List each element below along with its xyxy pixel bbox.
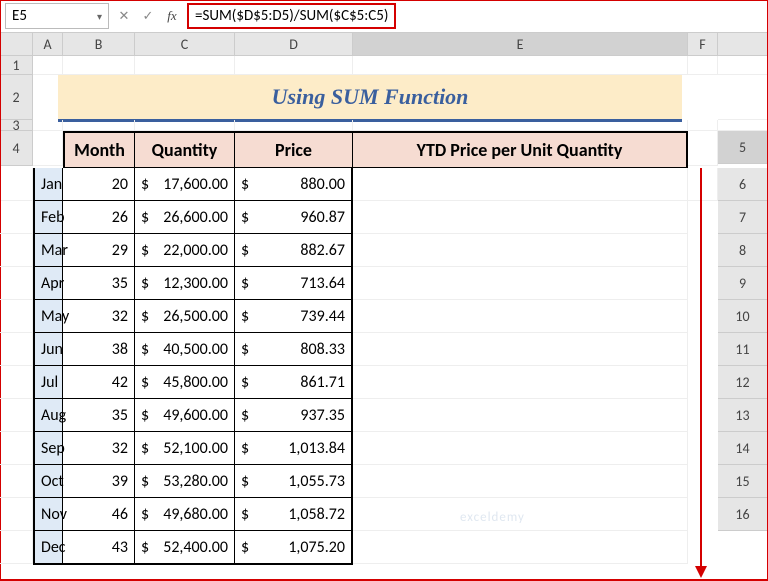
annotation-arrow <box>688 168 718 201</box>
cell-price-8[interactable]: $12,300.00 <box>135 267 235 300</box>
cell-qty-6[interactable]: 26 <box>63 201 135 234</box>
cell-price-7[interactable]: $22,000.00 <box>135 234 235 267</box>
formula-text: =SUM($D$5:D5)/SUM($C$5:C5) <box>195 7 388 25</box>
col-header-E[interactable]: E <box>353 33 688 56</box>
spreadsheet-grid[interactable]: ABCDEF 12 Using SUM Function 34 MonthQuantit… <box>0 33 768 565</box>
row-header-6[interactable]: 6 <box>718 168 768 201</box>
cell-price-11[interactable]: $45,800.00 <box>135 366 235 399</box>
cell-ytd-13[interactable]: $1,013.84 <box>235 432 353 465</box>
fx-icon[interactable]: fx <box>163 8 181 24</box>
row-header-2[interactable]: 2 <box>0 75 33 120</box>
row-header-14[interactable]: 14 <box>718 432 768 465</box>
col-header-blank[interactable] <box>718 33 768 56</box>
cell-month-Sep[interactable]: Sep <box>33 432 63 465</box>
cell-qty-10[interactable]: 38 <box>63 333 135 366</box>
cell-price-12[interactable]: $49,600.00 <box>135 399 235 432</box>
header-month: Month <box>63 131 135 168</box>
cell-ytd-5[interactable]: $880.00 <box>235 168 353 201</box>
row-header-4[interactable]: 4 <box>0 131 33 166</box>
row-header-10[interactable]: 10 <box>718 300 768 333</box>
cell-month-Feb[interactable]: Feb <box>33 201 63 234</box>
cell-month-Aug[interactable]: Aug <box>33 399 63 432</box>
row-header-16[interactable]: 16 <box>718 498 768 531</box>
cell-price-15[interactable]: $49,680.00 <box>135 498 235 531</box>
cell-month-Jun[interactable]: Jun <box>33 333 63 366</box>
cell-qty-13[interactable]: 32 <box>63 432 135 465</box>
cell-ytd-8[interactable]: $713.64 <box>235 267 353 300</box>
cell-ytd-14[interactable]: $1,055.73 <box>235 465 353 498</box>
cell-price-13[interactable]: $52,100.00 <box>135 432 235 465</box>
select-all-corner[interactable] <box>0 33 33 56</box>
cell-month-Dec[interactable]: Dec <box>33 531 63 565</box>
cell-month-May[interactable]: May <box>33 300 63 333</box>
row-header-8[interactable]: 8 <box>718 234 768 267</box>
cell-price-5[interactable]: $17,600.00 <box>135 168 235 201</box>
cell-qty-7[interactable]: 29 <box>63 234 135 267</box>
row-header-1[interactable]: 1 <box>0 56 33 75</box>
name-box[interactable]: E5 ▾ <box>5 3 109 29</box>
cell-month-Apr[interactable]: Apr <box>33 267 63 300</box>
cell-ytd-10[interactable]: $808.33 <box>235 333 353 366</box>
cell-month-Mar[interactable]: Mar <box>33 234 63 267</box>
cancel-icon[interactable]: ✕ <box>115 9 133 24</box>
cell-ytd-9[interactable]: $739.44 <box>235 300 353 333</box>
cell-price-9[interactable]: $26,500.00 <box>135 300 235 333</box>
row-header-15[interactable]: 15 <box>718 465 768 498</box>
col-header-A[interactable]: A <box>33 33 63 56</box>
cell-ytd-11[interactable]: $861.71 <box>235 366 353 399</box>
cell-month-Oct[interactable]: Oct <box>33 465 63 498</box>
cell-month-Nov[interactable]: Nov <box>33 498 63 531</box>
cell-qty-5[interactable]: 20 <box>63 168 135 201</box>
cell-qty-14[interactable]: 39 <box>63 465 135 498</box>
header-ytd: YTD Price per Unit Quantity <box>353 131 688 168</box>
cell-ytd-6[interactable]: $960.87 <box>235 201 353 234</box>
enter-icon[interactable]: ✓ <box>139 9 157 24</box>
cell-month-Jul[interactable]: Jul <box>33 366 63 399</box>
cell-qty-16[interactable]: 43 <box>63 531 135 565</box>
col-header-D[interactable]: D <box>235 33 353 56</box>
cell-qty-9[interactable]: 32 <box>63 300 135 333</box>
cell-qty-12[interactable]: 35 <box>63 399 135 432</box>
col-header-F[interactable]: F <box>688 33 718 56</box>
cell-price-16[interactable]: $52,400.00 <box>135 531 235 565</box>
row-header-12[interactable]: 12 <box>718 366 768 399</box>
row-header-5[interactable]: 5 <box>718 131 768 164</box>
header-quantity: Quantity <box>135 131 235 168</box>
cell-qty-8[interactable]: 35 <box>63 267 135 300</box>
col-header-C[interactable]: C <box>135 33 235 56</box>
cell-price-10[interactable]: $40,500.00 <box>135 333 235 366</box>
cell-qty-15[interactable]: 46 <box>63 498 135 531</box>
page-title: Using SUM Function <box>58 75 682 122</box>
cell-qty-11[interactable]: 42 <box>63 366 135 399</box>
cell-price-6[interactable]: $26,600.00 <box>135 201 235 234</box>
cell-ytd-12[interactable]: $937.35 <box>235 399 353 432</box>
formula-bar: E5 ▾ ✕ ✓ fx =SUM($D$5:D5)/SUM($C$5:C5) <box>0 0 768 33</box>
row-header-11[interactable]: 11 <box>718 333 768 366</box>
name-box-value: E5 <box>12 7 27 25</box>
row-header-3[interactable]: 3 <box>0 120 33 131</box>
col-header-B[interactable]: B <box>63 33 135 56</box>
cell-ytd-15[interactable]: $1,058.72 <box>235 498 353 531</box>
chevron-down-icon[interactable]: ▾ <box>97 10 102 23</box>
cell-price-14[interactable]: $53,280.00 <box>135 465 235 498</box>
row-header-7[interactable]: 7 <box>718 201 768 234</box>
cell-month-Jan[interactable]: Jan <box>33 168 63 201</box>
header-price: Price <box>235 131 353 168</box>
row-header-9[interactable]: 9 <box>718 267 768 300</box>
row-header-13[interactable]: 13 <box>718 399 768 432</box>
title-row: Using SUM Function <box>33 75 718 119</box>
cell-ytd-16[interactable]: $1,075.20 <box>235 531 353 565</box>
formula-input[interactable]: =SUM($D$5:D5)/SUM($C$5:C5) <box>187 3 396 29</box>
cell-ytd-7[interactable]: $882.67 <box>235 234 353 267</box>
